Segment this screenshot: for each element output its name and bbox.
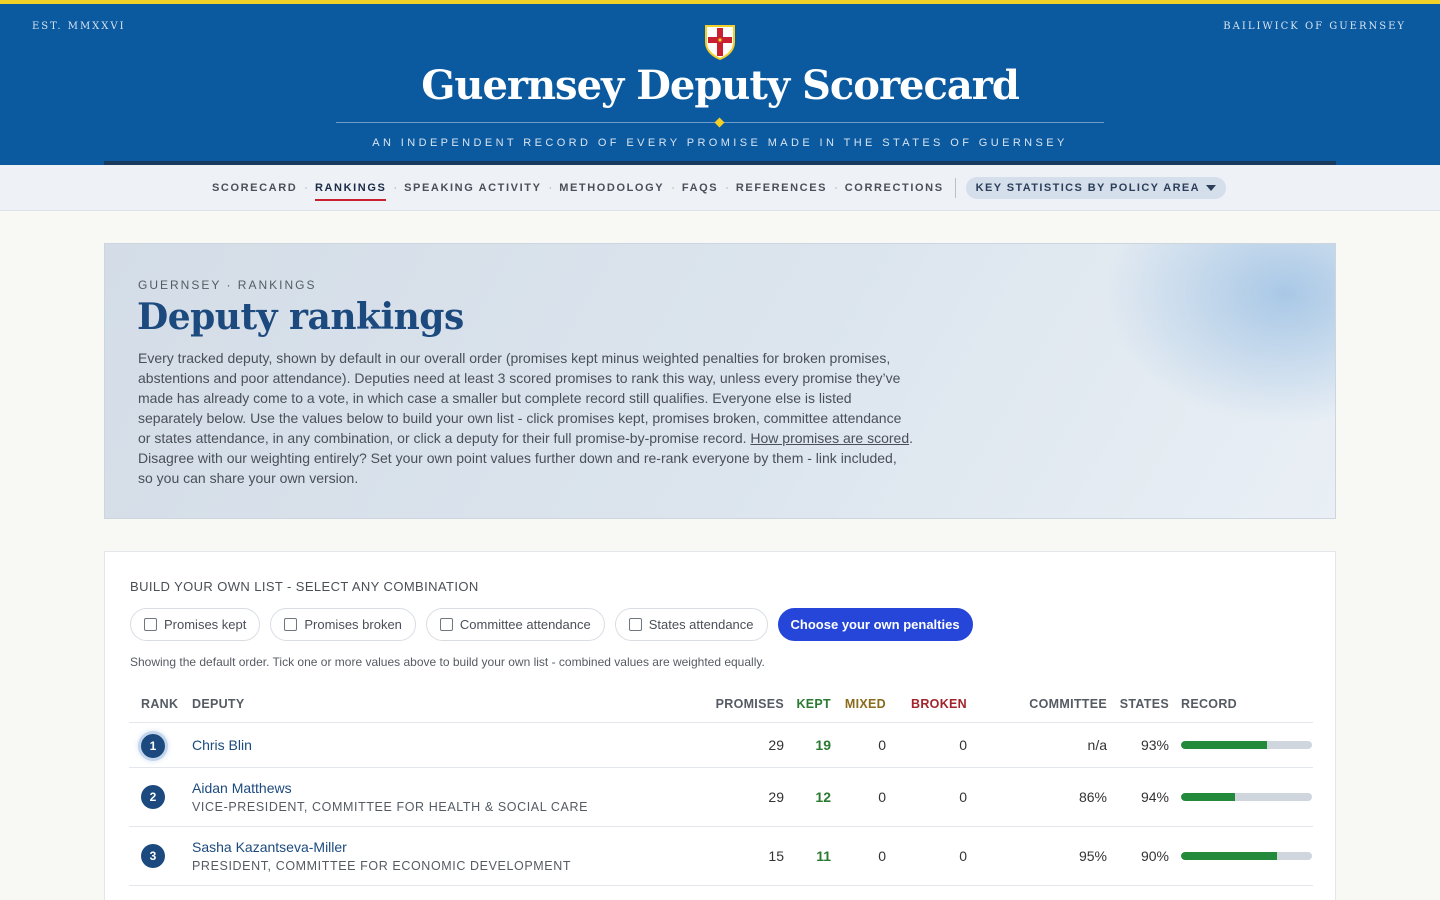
filter-label: Committee attendance xyxy=(459,617,591,632)
nav-item-faqs[interactable]: FAQS xyxy=(682,182,718,194)
col-rank[interactable]: RANK xyxy=(141,697,178,711)
record-bar xyxy=(1181,852,1312,860)
col-kept[interactable]: KEPT xyxy=(796,697,831,711)
col-promises[interactable]: PROMISES xyxy=(716,697,784,711)
committee-attendance: 86% xyxy=(1078,789,1107,805)
col-broken[interactable]: BROKEN xyxy=(911,697,967,711)
broken-count: 0 xyxy=(959,789,967,805)
nav-items: SCORECARD · RANKINGS · SPEAKING ACTIVITY… xyxy=(212,176,1227,201)
states-attendance: 94% xyxy=(1140,789,1169,805)
caret-down-icon xyxy=(1206,184,1217,191)
nav-separator: · xyxy=(834,181,838,194)
filter-label: Promises broken xyxy=(304,617,402,632)
committee-attendance: 95% xyxy=(1078,848,1107,864)
deputy-name-link[interactable]: Aidan Matthews xyxy=(192,780,292,796)
guernsey-cross-crest-icon[interactable] xyxy=(704,24,736,61)
deputy-name-link[interactable]: Chris Blin xyxy=(192,737,252,753)
promises-count: 29 xyxy=(768,737,784,753)
promises-count: 15 xyxy=(768,848,784,864)
col-states[interactable]: STATES xyxy=(1120,697,1169,711)
nav-item-references[interactable]: REFERENCES xyxy=(736,182,827,194)
filter-chips: Promises kept Promises broken Committee … xyxy=(130,608,973,641)
rank-badge: 2 xyxy=(141,785,165,809)
nav-item-methodology[interactable]: METHODOLOGY xyxy=(559,182,664,194)
bailiwick-label: BAILIWICK OF GUERNSEY xyxy=(1223,21,1406,32)
main-nav: SCORECARD · RANKINGS · SPEAKING ACTIVITY… xyxy=(0,165,1440,211)
rank-badge: 3 xyxy=(141,844,165,868)
deputy-role: VICE-PRESIDENT, COMMITTEE FOR HEALTH & S… xyxy=(192,800,589,814)
kept-count: 11 xyxy=(816,848,831,864)
checkbox-icon[interactable] xyxy=(439,618,453,631)
nav-item-rankings[interactable]: RANKINGS xyxy=(314,182,387,201)
filter-states-attendance[interactable]: States attendance xyxy=(614,608,768,641)
mixed-count: 0 xyxy=(878,737,886,753)
mixed-count: 0 xyxy=(878,848,886,864)
checkbox-icon[interactable] xyxy=(628,618,642,631)
record-bar xyxy=(1181,741,1312,749)
table-row[interactable]: 3 Sasha Kazantseva-Miller PRESIDENT, COM… xyxy=(129,827,1313,886)
table-row[interactable]: 2 Aidan Matthews VICE-PRESIDENT, COMMITT… xyxy=(129,768,1313,827)
col-committee[interactable]: COMMITTEE xyxy=(1029,697,1107,711)
record-bar-fill xyxy=(1181,793,1236,801)
deputy-role: PRESIDENT, COMMITTEE FOR ECONOMIC DEVELO… xyxy=(192,859,572,873)
kept-count: 19 xyxy=(815,737,831,753)
nav-divider xyxy=(954,177,956,198)
nav-separator: · xyxy=(393,181,398,194)
record-bar-fill xyxy=(1181,852,1278,860)
filter-promises-broken[interactable]: Promises broken xyxy=(270,608,416,641)
nav-item-scorecard[interactable]: SCORECARD xyxy=(212,182,297,194)
checkbox-icon[interactable] xyxy=(144,618,157,631)
intro-paragraph: Every tracked deputy, shown by default i… xyxy=(138,348,913,488)
rankings-panel: BUILD YOUR OWN LIST - SELECT ANY COMBINA… xyxy=(104,551,1336,900)
committee-attendance: n/a xyxy=(1087,737,1107,753)
nav-separator: · xyxy=(671,181,675,194)
col-deputy[interactable]: DEPUTY xyxy=(192,697,245,711)
filter-committee-attendance[interactable]: Committee attendance xyxy=(425,608,605,641)
table-header: RANK DEPUTY PROMISES KEPT MIXED BROKEN C… xyxy=(129,692,1313,723)
nav-item-speaking-activity[interactable]: SPEAKING ACTIVITY xyxy=(404,182,541,194)
rankings-intro: GUERNSEY · RANKINGS Deputy rankings Ever… xyxy=(104,243,1336,519)
deputy-name-link[interactable]: Sasha Kazantseva-Miller xyxy=(192,839,347,855)
filter-label: States attendance xyxy=(648,617,754,632)
how-promises-scored-link[interactable]: How promises are scored xyxy=(750,430,909,446)
page-title: Deputy rankings xyxy=(137,296,464,338)
policy-area-dropdown[interactable]: KEY STATISTICS BY POLICY AREA xyxy=(965,176,1227,199)
policy-area-dropdown-label: KEY STATISTICS BY POLICY AREA xyxy=(975,181,1201,194)
site-tagline: AN INDEPENDENT RECORD OF EVERY PROMISE M… xyxy=(372,137,1068,149)
build-list-label: BUILD YOUR OWN LIST - SELECT ANY COMBINA… xyxy=(130,579,479,594)
choose-penalties-button[interactable]: Choose your own penalties xyxy=(777,608,973,641)
nav-separator: · xyxy=(725,181,729,194)
filter-label: Promises kept xyxy=(164,617,247,632)
filter-promises-kept[interactable]: Promises kept xyxy=(130,608,261,641)
masthead: EST. MMXXVI BAILIWICK OF GUERNSEY Guerns… xyxy=(0,4,1440,165)
table-row[interactable]: 1 Chris Blin 29 19 0 0 n/a 93% xyxy=(129,723,1313,768)
broken-count: 0 xyxy=(959,737,967,753)
diamond-ornament-icon xyxy=(714,117,725,128)
record-bar-fill xyxy=(1181,741,1267,749)
mixed-count: 0 xyxy=(878,789,886,805)
nav-separator: · xyxy=(548,181,553,194)
col-record[interactable]: RECORD xyxy=(1181,697,1237,711)
promises-count: 29 xyxy=(768,789,784,805)
record-bar xyxy=(1181,793,1312,801)
kept-count: 12 xyxy=(815,789,831,805)
established-label: EST. MMXXVI xyxy=(32,21,126,32)
breadcrumb: GUERNSEY · RANKINGS xyxy=(138,278,317,292)
checkbox-icon[interactable] xyxy=(284,618,298,631)
nav-item-corrections[interactable]: CORRECTIONS xyxy=(845,182,944,194)
broken-count: 0 xyxy=(959,848,967,864)
col-mixed[interactable]: MIXED xyxy=(845,697,886,711)
rank-badge: 1 xyxy=(141,734,165,758)
states-attendance: 93% xyxy=(1140,737,1169,753)
site-title[interactable]: Guernsey Deputy Scorecard xyxy=(0,62,1440,109)
states-attendance: 90% xyxy=(1140,848,1169,864)
nav-separator: · xyxy=(304,181,308,194)
helper-text: Showing the default order. Tick one or m… xyxy=(130,655,765,669)
